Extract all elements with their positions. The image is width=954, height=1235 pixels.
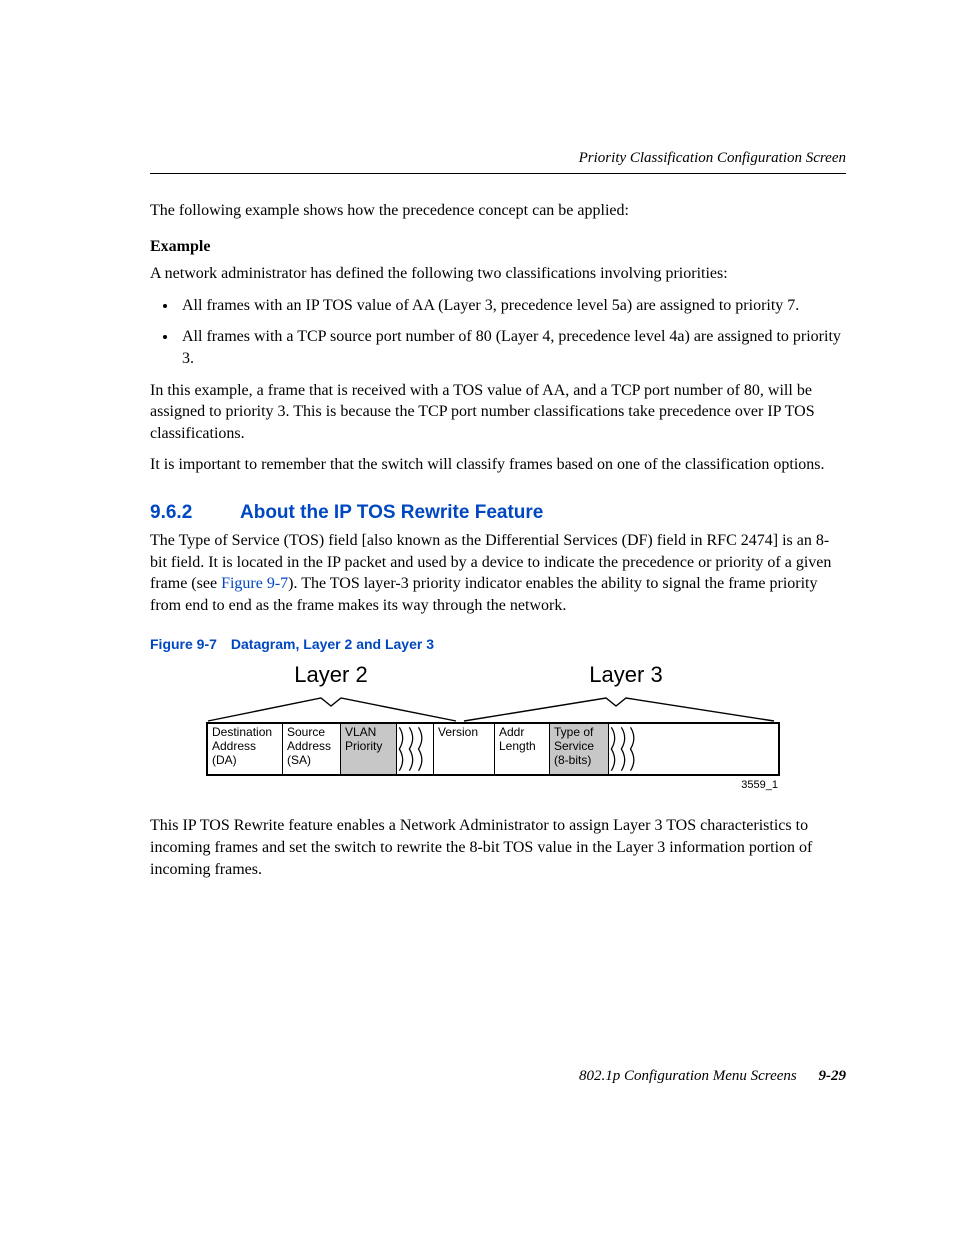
- header-rule: [150, 173, 846, 174]
- section-title: About the IP TOS Rewrite Feature: [240, 502, 543, 523]
- bracket-svg: [206, 694, 786, 722]
- intro-paragraph: The following example shows how the prec…: [150, 200, 846, 222]
- section-paragraph: The Type of Service (TOS) field [also kn…: [150, 530, 846, 616]
- box-version: Version: [433, 724, 495, 774]
- after-figure-paragraph: This IP TOS Rewrite feature enables a Ne…: [150, 815, 846, 880]
- footer-page: 9-29: [819, 1068, 847, 1084]
- box-tail: [645, 724, 778, 774]
- figure-caption: Figure 9-7 Datagram, Layer 2 and Layer 3: [150, 636, 846, 652]
- section-heading: 9.6.2About the IP TOS Rewrite Feature: [150, 502, 846, 524]
- box-vlan: VLANPriority: [341, 724, 396, 774]
- example-explain-2: It is important to remember that the swi…: [150, 454, 846, 476]
- list-item: All frames with an IP TOS value of AA (L…: [178, 295, 846, 317]
- example-intro: A network administrator has defined the …: [150, 263, 846, 285]
- layer2-label: Layer 2: [206, 662, 456, 688]
- example-explain-1: In this example, a frame that is receive…: [150, 380, 846, 445]
- section-number: 9.6.2: [150, 502, 240, 524]
- box-sa: SourceAddress(SA): [283, 724, 341, 774]
- list-item: All frames with a TCP source port number…: [178, 326, 846, 369]
- page-footer: 802.1p Configuration Menu Screens 9-29: [579, 1068, 846, 1085]
- figure-title: Datagram, Layer 2 and Layer 3: [231, 636, 434, 652]
- diagram-id: 3559_1: [206, 779, 778, 791]
- bullet-list: All frames with an IP TOS value of AA (L…: [150, 295, 846, 370]
- page-header-right: Priority Classification Configuration Sc…: [150, 150, 846, 167]
- diagram-boxes: DestinationAddress(DA) SourceAddress(SA)…: [206, 722, 780, 776]
- figure-link[interactable]: Figure 9-7: [221, 575, 288, 592]
- gap1: [396, 724, 433, 774]
- box-tos: Type ofService(8-bits): [550, 724, 608, 774]
- figure-number: Figure 9-7: [150, 636, 217, 652]
- layer3-label: Layer 3: [476, 662, 776, 688]
- gap2: [608, 724, 645, 774]
- box-addr: AddrLength: [495, 724, 550, 774]
- footer-text: 802.1p Configuration Menu Screens: [579, 1068, 797, 1084]
- box-da: DestinationAddress(DA): [208, 724, 283, 774]
- example-heading: Example: [150, 236, 846, 258]
- figure-diagram: Layer 2 Layer 3 DestinationAddress(DA) S…: [206, 662, 786, 791]
